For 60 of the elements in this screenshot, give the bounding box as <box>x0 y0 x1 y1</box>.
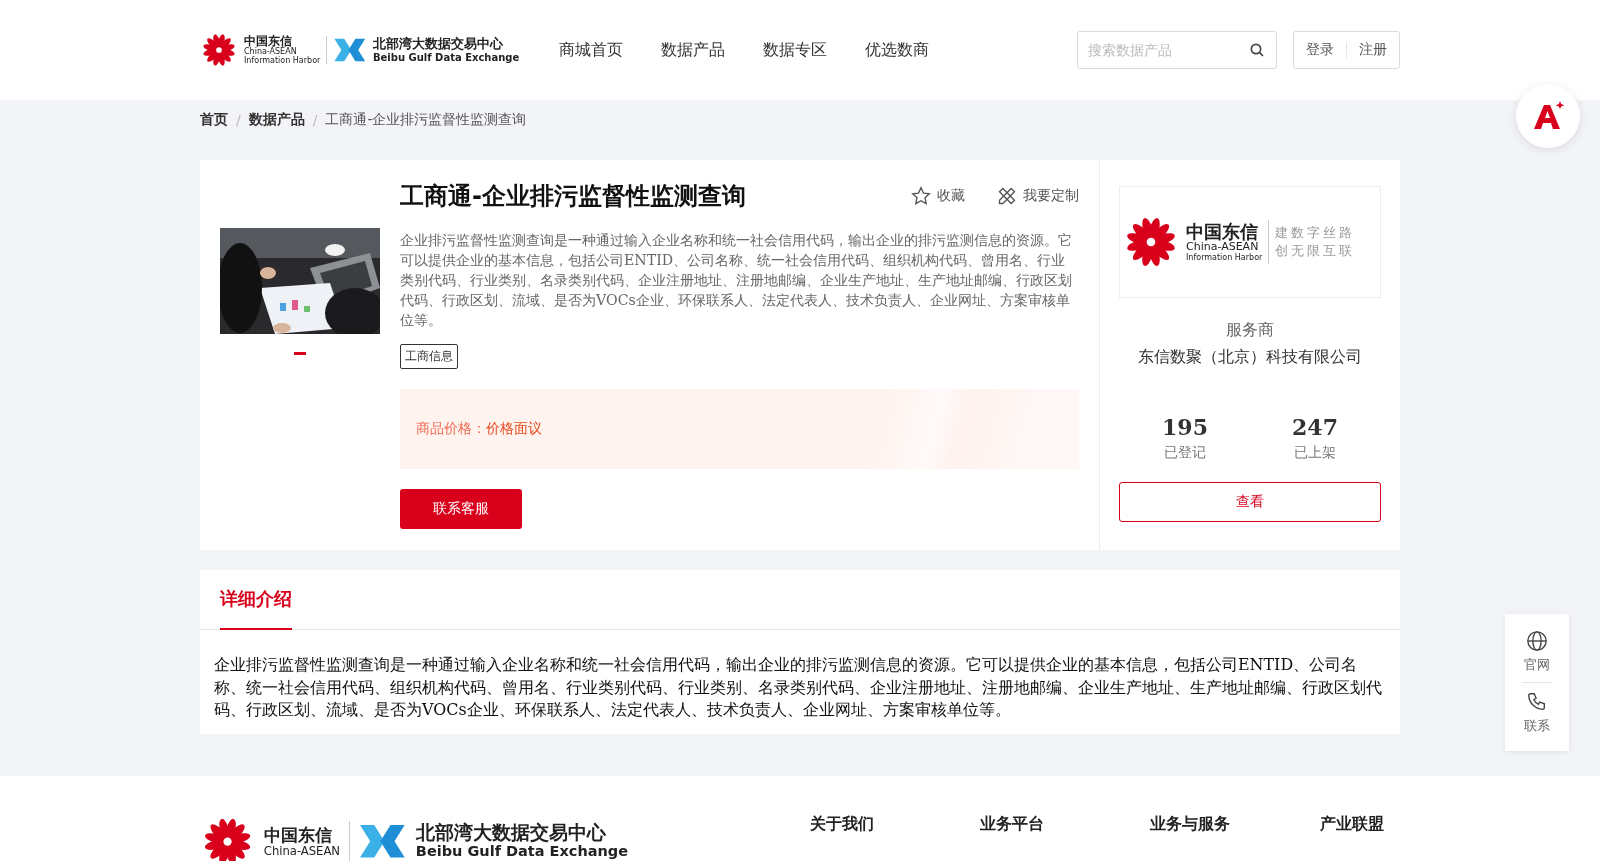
logo-text: Information Harbor <box>244 56 321 66</box>
action-label: 收藏 <box>937 187 965 205</box>
side-tool-label: 官网 <box>1524 656 1550 674</box>
stat-label: 已上架 <box>1294 444 1336 462</box>
auth-link[interactable]: 注册 <box>1347 41 1399 59</box>
view-button[interactable]: 查看 <box>1119 482 1381 522</box>
side-tool-label: 联系 <box>1524 717 1550 735</box>
star-icon <box>911 186 931 206</box>
breadcrumb-separator: / <box>236 112 241 128</box>
footer-link[interactable]: 产业联盟 <box>1320 814 1400 835</box>
provider-label: 服务商 <box>1226 320 1274 341</box>
nav-link[interactable]: 优选数商 <box>865 39 930 61</box>
nav-link[interactable]: 数据专区 <box>763 39 828 61</box>
provider-name: 东信数聚（北京）科技有限公司 <box>1138 347 1362 368</box>
breadcrumb-link[interactable]: 数据产品 <box>248 111 305 129</box>
slogan-text: 建数字丝路 <box>1275 224 1356 242</box>
price-label: 商品价格： <box>416 420 486 438</box>
footer-link[interactable]: 业务平台 <box>980 814 1150 835</box>
logo-text: China-ASEAN <box>263 844 341 858</box>
action-label: 我要定制 <box>1023 187 1079 205</box>
footer-link[interactable]: 业务与服务 <box>1150 814 1320 835</box>
category-tag: 工商信息 <box>400 344 458 369</box>
phone-icon <box>1526 691 1548 713</box>
side-tool[interactable]: 联系 <box>1524 683 1550 743</box>
logo-text: Information Harbor <box>1186 253 1263 263</box>
footer-link[interactable]: 关于我们 <box>810 814 980 835</box>
stat-value: 247 <box>1292 414 1338 440</box>
auth-link[interactable]: 登录 <box>1294 41 1346 59</box>
logo-text: 北部湾大数据交易中心 <box>415 823 607 844</box>
price-value: 价格面议 <box>486 420 542 438</box>
breadcrumb-link[interactable]: 工商通-企业排污监督性监测查询 <box>325 111 527 129</box>
logo-text: 中国东信 <box>1186 221 1259 242</box>
logo-text: China-ASEAN <box>244 47 298 56</box>
logo-text: Beibu Gulf Data Exchange <box>415 843 629 860</box>
logo-text: China-ASEAN <box>1186 241 1259 254</box>
stat-label: 已登记 <box>1164 444 1206 462</box>
search-field[interactable]: 搜索数据产品 <box>1077 31 1277 69</box>
slogan-text: 创无限互联 <box>1275 242 1356 260</box>
search-icon[interactable] <box>1249 42 1265 58</box>
product-title: 工商通-企业排污监督性监测查询 <box>400 181 747 212</box>
breadcrumb-separator: / <box>312 112 318 128</box>
side-tool[interactable]: 官网 <box>1524 622 1550 682</box>
contact-button[interactable]: 联系客服 <box>400 489 522 529</box>
logo-text: 中国东信 <box>244 34 293 48</box>
pencil-ruler-icon <box>997 186 1017 206</box>
stat-value: 195 <box>1162 414 1208 440</box>
logo-text: Beibu Gulf Data Exchange <box>372 51 520 63</box>
logo-text: 北部湾大数据交易中心 <box>372 37 504 52</box>
product-description: 企业排污监督性监测查询是一种通过输入企业名称和统一社会信用代码，输出企业的排污监测信息的资源。它可以提供企业的基本信息，包括公司ENTID、公司名称、统一社会信用代码、组织机构代码、曾用名、行业类别代码、行业类别、名录类别代码、企业注册地址、注册地邮编、企业生产地址、生产地址邮编、行政区划代码、行政区划、流域、是否为VOCs企业、环保联系人、法定代表人、技术负责人、企业网址、方案审核单位等。 <box>400 231 1073 330</box>
nav-link[interactable]: 商城首页 <box>559 39 624 61</box>
detail-tab[interactable]: 详细介绍 <box>220 570 292 630</box>
action-link[interactable]: 我要定制 <box>997 186 1079 206</box>
breadcrumb-link[interactable]: 首页 <box>200 111 228 129</box>
logo-text: 中国东信 <box>263 825 333 845</box>
action-link[interactable]: 收藏 <box>911 186 965 206</box>
assistant-button[interactable] <box>1516 84 1580 148</box>
globe-icon <box>1526 630 1548 652</box>
nav-link[interactable]: 数据产品 <box>661 39 726 61</box>
detail-text: 企业排污监督性监测查询是一种通过输入企业名称和统一社会信用代码，输出企业的排污监测信息的资源。它可以提供企业的基本信息，包括公司ENTID、公司名称、统一社会信用代码、组织机构代码、曾用名、行业类别代码、行业类别、名录类别代码、企业注册地址、注册地邮编、企业生产地址、生产地址邮编、行政区划代码、行政区划、流域、是否为VOCs企业、环保联系人、法定代表人、技术负责人、企业网址、方案审核单位等。 <box>213 654 1383 721</box>
bx-logo-icon <box>333 36 367 64</box>
